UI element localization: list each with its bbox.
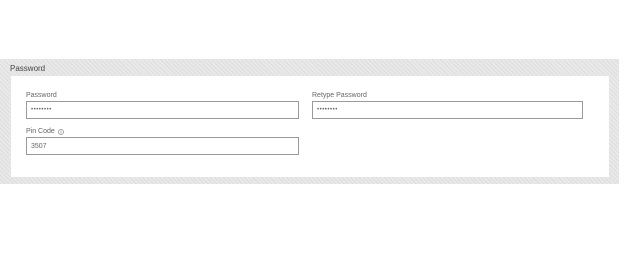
- section-title: Password: [10, 64, 46, 73]
- retype-password-input[interactable]: [312, 101, 583, 119]
- password-section: Password Password Retype Password Pin Co…: [0, 59, 619, 184]
- password-input[interactable]: [26, 101, 299, 119]
- password-label: Password: [26, 92, 57, 99]
- retype-password-label: Retype Password: [312, 92, 367, 99]
- password-card: Password Retype Password Pin Code: [11, 76, 609, 177]
- pin-code-label-row: Pin Code: [26, 128, 64, 135]
- pin-code-input[interactable]: [26, 137, 299, 155]
- pin-code-label: Pin Code: [26, 128, 55, 135]
- info-icon[interactable]: [57, 128, 64, 135]
